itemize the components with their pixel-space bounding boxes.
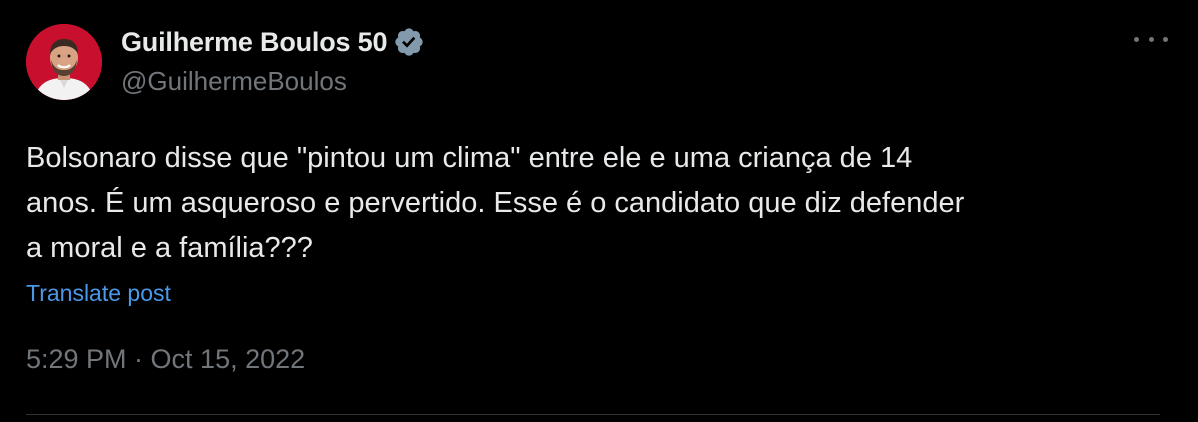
post-timestamp[interactable]: 5:29 PM · Oct 15, 2022 [26,344,305,375]
verified-badge-icon[interactable] [393,26,425,58]
display-name[interactable]: Guilherme Boulos 50 [121,27,387,58]
divider [26,414,1160,415]
dot [1163,36,1168,42]
user-handle[interactable]: @GuilhermeBoulos [121,66,425,97]
post-card: Guilherme Boulos 50 @GuilhermeBoulos Bol… [0,0,1198,422]
avatar-image [26,24,102,100]
post-header: Guilherme Boulos 50 @GuilhermeBoulos [121,24,425,97]
dot [1148,36,1154,42]
translate-post-link[interactable]: Translate post [26,280,171,307]
more-options-icon[interactable] [1134,32,1168,46]
post-text: Bolsonaro disse que "pintou um clima" en… [26,142,965,264]
dot [1134,36,1139,42]
name-row: Guilherme Boulos 50 [121,24,425,60]
avatar[interactable] [26,24,102,100]
